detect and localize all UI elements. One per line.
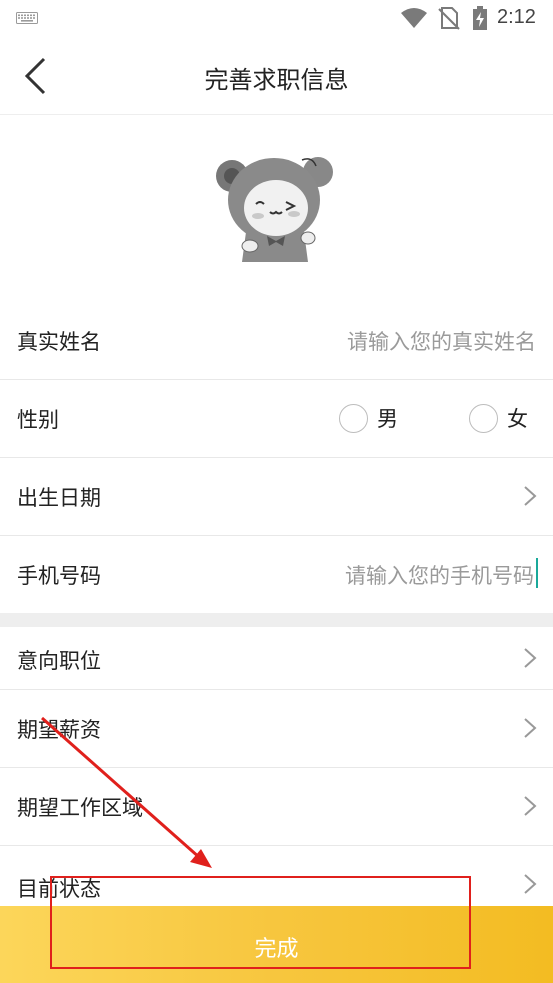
chevron-right-icon [524, 486, 537, 506]
keyboard-icon [16, 12, 38, 24]
expected-area-row[interactable]: 期望工作区域 [0, 768, 553, 846]
avatar[interactable] [212, 148, 336, 268]
birth-date-row[interactable]: 出生日期 [0, 458, 553, 536]
gender-female-label: 女 [507, 407, 528, 431]
current-status-label: 目前状态 [17, 877, 101, 901]
intended-position-label: 意向职位 [17, 649, 101, 673]
phone-label: 手机号码 [17, 564, 101, 588]
no-sim-icon [438, 7, 460, 30]
gender-label: 性别 [17, 408, 59, 432]
page-title: 完善求职信息 [204, 66, 349, 94]
phone-input[interactable]: 请输入您的手机号码 [345, 560, 534, 590]
expected-area-label: 期望工作区域 [17, 796, 143, 820]
birth-date-label: 出生日期 [17, 486, 101, 510]
chevron-right-icon [524, 796, 537, 816]
gender-option-female[interactable]: 女 [469, 403, 528, 433]
name-input[interactable]: 请输入您的真实姓名 [347, 326, 536, 356]
expected-salary-label: 期望薪资 [17, 718, 101, 742]
radio-circle-icon[interactable] [469, 403, 498, 433]
battery-charging-icon [473, 6, 487, 30]
expected-salary-row[interactable]: 期望薪资 [0, 690, 553, 768]
radio-circle-icon[interactable] [339, 403, 368, 433]
section-divider [0, 613, 553, 627]
gender-male-label: 男 [377, 407, 398, 431]
phone-row[interactable]: 手机号码 请输入您的手机号码 [0, 536, 553, 613]
current-status-row[interactable]: 目前状态 [0, 846, 553, 906]
submit-button[interactable]: 完成 [0, 906, 553, 983]
name-row[interactable]: 真实姓名 请输入您的真实姓名 [0, 302, 553, 380]
gender-option-male[interactable]: 男 [339, 403, 398, 433]
name-label: 真实姓名 [17, 330, 101, 354]
chevron-right-icon [524, 874, 537, 894]
intended-position-row[interactable]: 意向职位 [0, 627, 553, 690]
status-time: 2:12 [497, 6, 536, 28]
text-cursor [536, 558, 538, 588]
wifi-icon [401, 8, 427, 28]
nav-bar: 完善求职信息 [0, 38, 553, 115]
gender-row: 性别 男 女 [0, 380, 553, 458]
chevron-right-icon [524, 718, 537, 738]
chevron-right-icon [524, 648, 537, 668]
status-bar: 2:12 [0, 0, 553, 38]
submit-button-label: 完成 [254, 937, 299, 962]
